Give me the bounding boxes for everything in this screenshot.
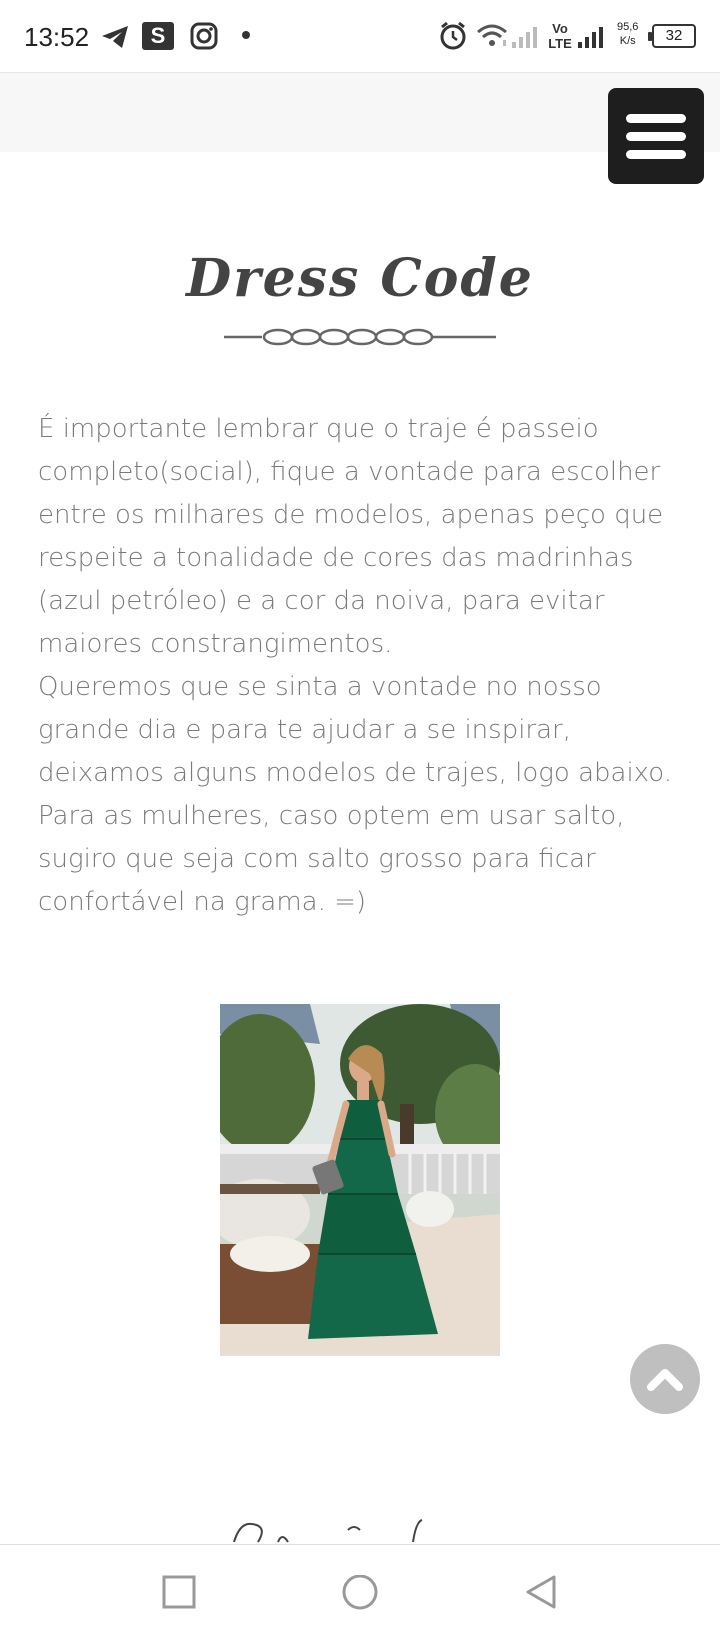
- home-circle-icon[interactable]: [341, 1575, 379, 1613]
- scroll-to-top-button[interactable]: [630, 1344, 700, 1414]
- wifi-icon: [477, 24, 507, 46]
- dress-code-text: É importante lembrar que o traje é passe…: [38, 414, 672, 917]
- back-triangle-icon[interactable]: [524, 1575, 558, 1611]
- svg-text:LTE: LTE: [548, 36, 572, 51]
- alarm-icon: [440, 21, 466, 50]
- svg-text:Vo: Vo: [552, 21, 568, 36]
- battery-level: 32: [665, 27, 683, 44]
- signal-icon: [578, 27, 603, 48]
- dress-photo: [220, 1004, 500, 1356]
- net-speed-unit: K/s: [619, 35, 636, 47]
- signal-icon: [512, 27, 537, 48]
- battery-icon: 32: [648, 24, 696, 48]
- volte-icon: Vo LTE: [548, 21, 572, 51]
- chevron-up-icon: [647, 1369, 683, 1391]
- net-speed-value: 95,6: [617, 21, 639, 33]
- section-title: Dress Code: [186, 248, 534, 309]
- hamburger-line: [626, 132, 686, 141]
- status-bar: 13:52 S Vo LTE 95,6 K/s 32: [0, 0, 720, 72]
- net-speed: 95,6 K/s: [617, 20, 638, 48]
- instagram-icon: [190, 22, 218, 50]
- telegram-icon: [102, 26, 128, 48]
- hamburger-menu-icon: [626, 114, 686, 123]
- system-nav-bar: [0, 1544, 720, 1639]
- hamburger-menu-button[interactable]: [608, 88, 704, 184]
- hamburger-line: [626, 150, 686, 159]
- next-section-title: [233, 1519, 423, 1543]
- recents-square-icon[interactable]: [162, 1575, 196, 1609]
- status-time: 13:52: [24, 22, 90, 52]
- notification-dot-icon: [242, 31, 250, 39]
- ornamental-divider-icon: [224, 328, 496, 346]
- s-app-icon: S: [142, 22, 174, 50]
